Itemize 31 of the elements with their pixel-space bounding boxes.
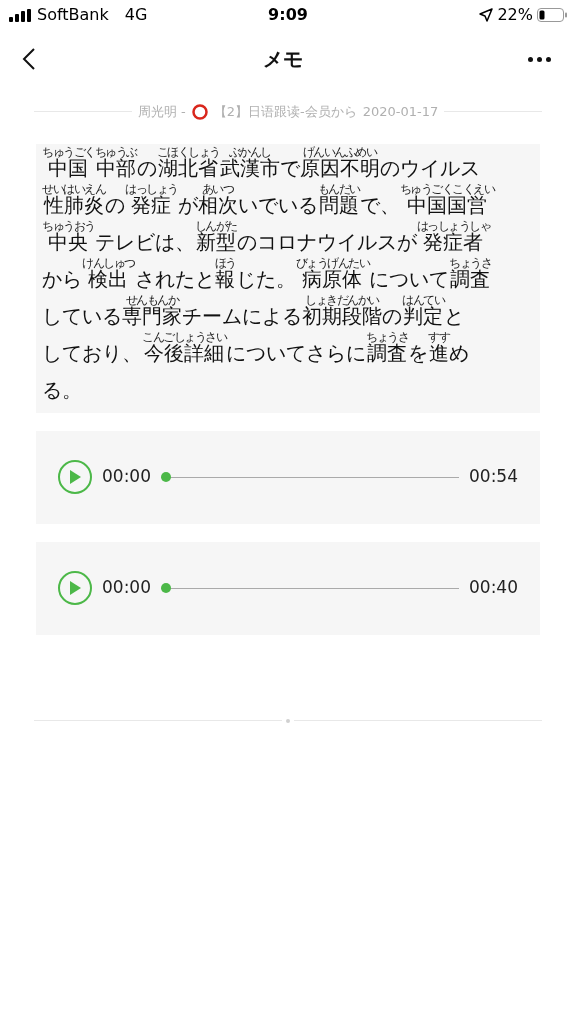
memo-text-line: 中央 ちゅうおう テレビは、新型 しんがた のコロナウイルスが 発症者 はっしょうしゃ: [42, 217, 492, 255]
signal-icon: [9, 8, 31, 22]
memo-text-line: している専門家 せんもんか チームによる初期段階 しょきだんかい の判定 はんてい と: [42, 291, 465, 329]
play-icon: [68, 580, 82, 596]
carrier-name: SoftBank: [37, 4, 109, 26]
memo-text-line: 性肺炎 せいはいえん の 発症 はっしょう が相次 あいつ いでいる問題 もんだい で、中国国営 ちゅうごくこくえい: [42, 180, 496, 218]
battery-icon: [537, 8, 567, 22]
clock-time: 9:09: [267, 4, 309, 26]
location-arrow-icon: [479, 8, 494, 22]
duration-time: 00:54: [469, 465, 518, 489]
current-time: 00:00: [102, 465, 151, 489]
memo-text-line: しており、今後詳細 こんごしょうさい についてさらに調査 ちょうさ を進 すす め: [42, 328, 470, 366]
network-type: 4G: [124, 4, 148, 26]
play-button[interactable]: [58, 460, 92, 494]
battery-percentage: 22%: [497, 4, 533, 26]
play-button[interactable]: [58, 571, 92, 605]
page-title: メモ: [263, 46, 303, 73]
progress-thumb[interactable]: [161, 583, 171, 593]
duration-time: 00:40: [469, 576, 518, 600]
progress-track[interactable]: [161, 472, 459, 482]
memo-text-line: る。: [42, 376, 83, 403]
ring-icon: [191, 103, 208, 120]
channel-name: 【2】日语跟读-会员から: [213, 103, 357, 121]
current-time: 00:00: [102, 576, 151, 600]
memo-text-line: 中国 ちゅうごく 中部 ちゅうぶ の湖北省 こほくしょう 武漢市 ぶかんし で原因不明 げんいんふめい のウイルス: [42, 143, 481, 181]
author-name: 周光明 -: [137, 103, 186, 121]
progress-track[interactable]: [161, 583, 459, 593]
memo-text-line: から 検出 けんしゅつ されたと報 ほう じた。病原体 びょうげんたい について調査 ちょうさ: [42, 254, 492, 292]
progress-thumb[interactable]: [161, 472, 171, 482]
play-icon: [68, 469, 82, 485]
memo-date: 2020-01-17: [362, 103, 439, 121]
